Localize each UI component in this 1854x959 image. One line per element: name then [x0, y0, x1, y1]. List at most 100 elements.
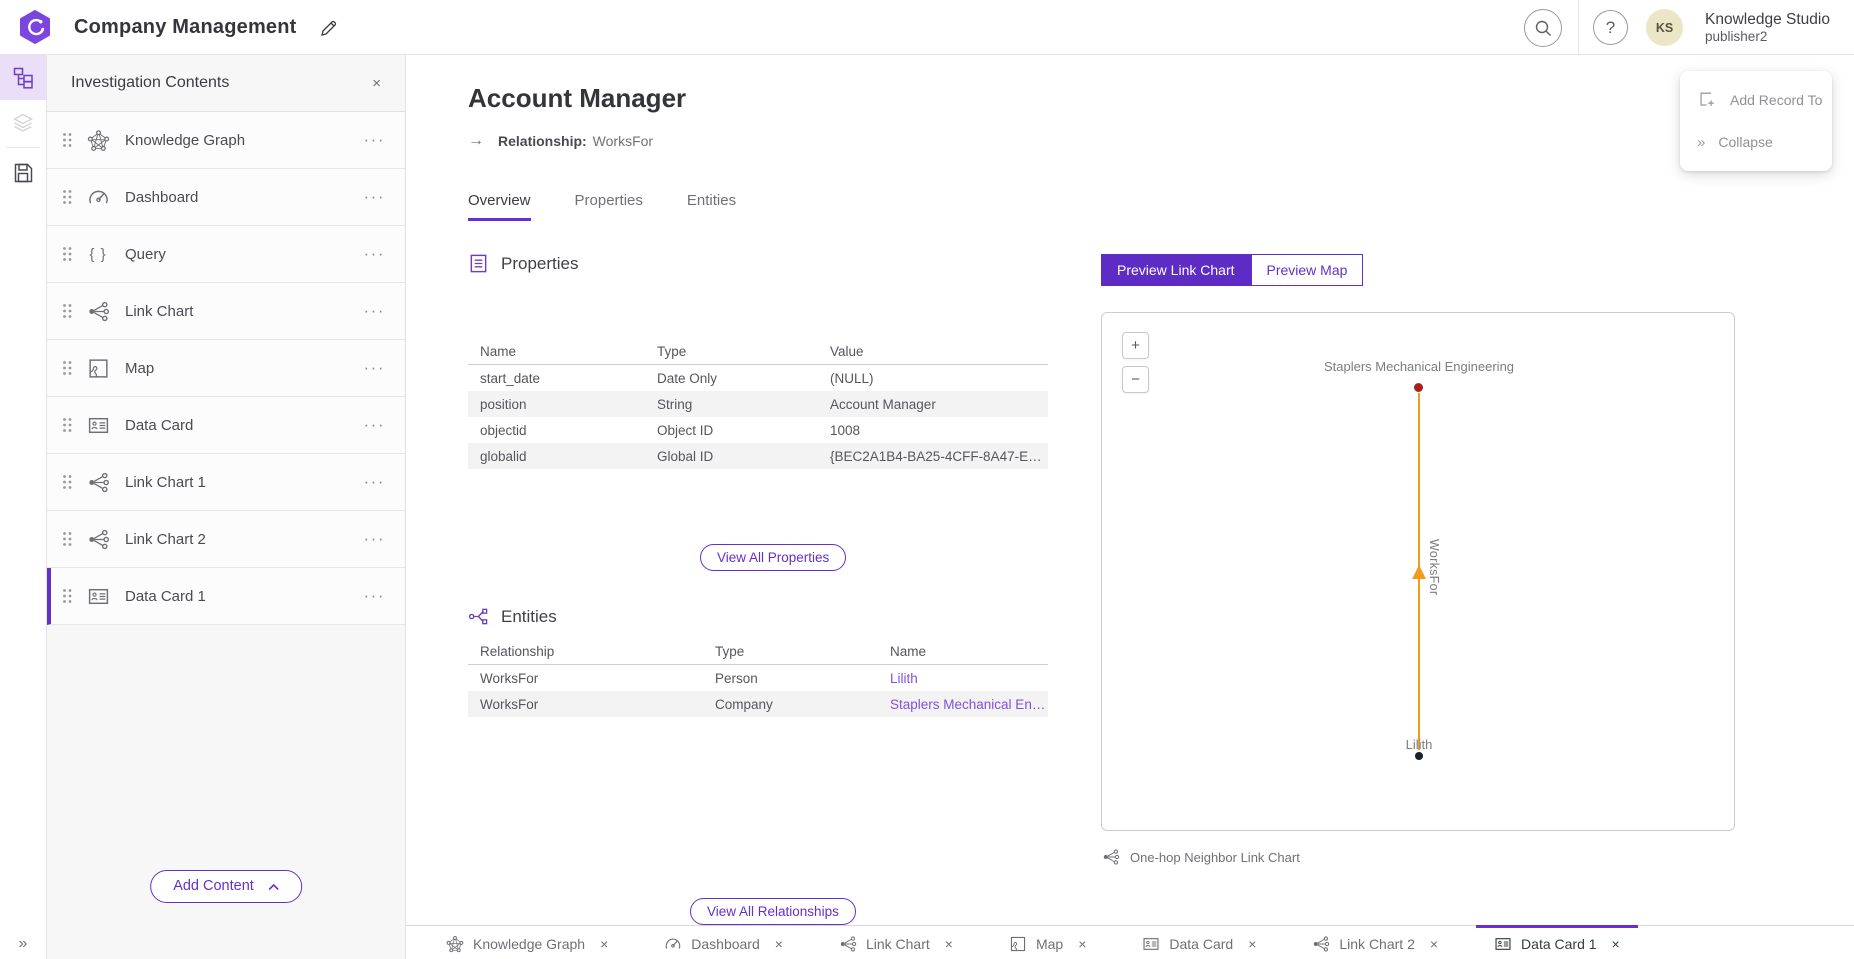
sidebar-close-button[interactable]: × — [368, 71, 385, 96]
drag-handle-icon[interactable] — [62, 474, 73, 490]
zoom-controls: + − — [1122, 332, 1149, 393]
user-name: Knowledge Studio — [1705, 11, 1830, 29]
worksfor-edge-arrow-icon — [1412, 565, 1426, 579]
close-tab-icon[interactable]: × — [600, 936, 608, 952]
properties-section-title: Properties — [501, 254, 578, 274]
close-tab-icon[interactable]: × — [1248, 936, 1256, 952]
save-icon — [12, 161, 34, 184]
add-content-button[interactable]: Add Content — [150, 870, 302, 903]
drag-handle-icon[interactable] — [62, 531, 73, 547]
bottom-tab-map[interactable]: Map × — [991, 925, 1104, 959]
rail-investigation-contents-button[interactable] — [0, 55, 46, 100]
preview-map-button[interactable]: Preview Map — [1251, 254, 1364, 286]
item-options-icon[interactable]: ··· — [358, 354, 391, 382]
cell-value: 1008 — [818, 423, 1048, 438]
person-node-dot[interactable] — [1415, 752, 1423, 760]
column-header: Value — [818, 344, 1048, 359]
search-button[interactable] — [1524, 9, 1562, 47]
help-button[interactable]: ? — [1593, 10, 1628, 45]
record-tabs: Overview Properties Entities — [468, 192, 736, 221]
drag-handle-icon[interactable] — [62, 246, 73, 262]
link-chart-icon — [87, 300, 110, 323]
entity-link[interactable]: Staplers Mechanical Eng... — [878, 697, 1048, 712]
data-card-icon — [87, 585, 110, 608]
table-row: WorksFor Company Staplers Mechanical Eng… — [468, 691, 1048, 717]
bottom-tab-data-card-1[interactable]: Data Card 1 × — [1476, 925, 1638, 959]
user-role: publisher2 — [1705, 29, 1830, 45]
entities-section-title: Entities — [501, 607, 557, 627]
zoom-out-button[interactable]: − — [1122, 366, 1149, 393]
drag-handle-icon[interactable] — [62, 588, 73, 604]
sidebar-item-dashboard[interactable]: Dashboard ··· — [47, 169, 405, 226]
rail-expand-button[interactable]: » — [0, 935, 46, 953]
rail-save-button[interactable] — [0, 150, 46, 195]
layers-icon — [12, 111, 34, 134]
company-node-label[interactable]: Staplers Mechanical Engineering — [1324, 359, 1514, 374]
sidebar-item-data-card[interactable]: Data Card ··· — [47, 397, 405, 454]
search-icon — [1533, 18, 1553, 38]
bottom-tab-knowledge-graph[interactable]: Knowledge Graph × — [428, 925, 626, 959]
add-record-icon — [1697, 90, 1717, 110]
link-chart-icon — [1102, 848, 1120, 866]
item-options-icon[interactable]: ··· — [358, 468, 391, 496]
link-chart-icon — [1312, 935, 1330, 953]
close-tab-icon[interactable]: × — [1430, 936, 1438, 952]
edit-title-button[interactable] — [319, 18, 338, 37]
item-options-icon[interactable]: ··· — [358, 240, 391, 268]
person-node-label[interactable]: Lilith — [1406, 737, 1433, 752]
tab-overview[interactable]: Overview — [468, 192, 531, 221]
item-options-icon[interactable]: ··· — [358, 411, 391, 439]
item-options-icon[interactable]: ··· — [358, 297, 391, 325]
rail-divider — [6, 147, 40, 148]
sidebar-item-data-card-1[interactable]: Data Card 1 ··· — [47, 568, 405, 625]
drag-handle-icon[interactable] — [62, 417, 73, 433]
menu-item-collapse[interactable]: » Collapse — [1680, 121, 1832, 163]
tab-properties[interactable]: Properties — [575, 192, 643, 221]
sidebar-item-link-chart-2[interactable]: Link Chart 2 ··· — [47, 511, 405, 568]
link-chart-preview[interactable]: + − Staplers Mechanical Engineering Work… — [1101, 312, 1735, 831]
item-options-icon[interactable]: ··· — [358, 525, 391, 553]
cell-name: globalid — [468, 449, 645, 464]
drag-handle-icon[interactable] — [62, 303, 73, 319]
item-options-icon[interactable]: ··· — [358, 183, 391, 211]
cell-type: Company — [703, 697, 878, 712]
sidebar-item-link-chart-1[interactable]: Link Chart 1 ··· — [47, 454, 405, 511]
cell-type: String — [645, 397, 818, 412]
entity-link[interactable]: Lilith — [878, 671, 1048, 686]
rail-layers-button[interactable] — [0, 100, 46, 145]
table-header-row: Relationship Type Name — [468, 639, 1048, 665]
drag-handle-icon[interactable] — [62, 189, 73, 205]
company-node-dot[interactable] — [1414, 383, 1423, 392]
item-options-icon[interactable]: ··· — [358, 582, 391, 610]
menu-item-add-record-to[interactable]: Add Record To — [1680, 79, 1832, 121]
bottom-tab-link-chart-2[interactable]: Link Chart 2 × — [1294, 925, 1456, 959]
user-avatar[interactable]: KS — [1646, 9, 1683, 46]
close-tab-icon[interactable]: × — [945, 936, 953, 952]
view-all-properties-button[interactable]: View All Properties — [700, 544, 846, 571]
bottom-tab-link-chart[interactable]: Link Chart × — [821, 925, 971, 959]
left-icon-rail: » — [0, 55, 47, 959]
preview-link-chart-button[interactable]: Preview Link Chart — [1101, 254, 1251, 286]
sidebar-item-map[interactable]: Map ··· — [47, 340, 405, 397]
context-menu: Add Record To » Collapse — [1680, 71, 1832, 171]
link-chart-icon — [839, 935, 857, 953]
sidebar-item-link-chart[interactable]: Link Chart ··· — [47, 283, 405, 340]
sidebar-item-knowledge-graph[interactable]: Knowledge Graph ··· — [47, 112, 405, 169]
data-card-icon — [1142, 935, 1160, 953]
sidebar-item-query[interactable]: { } Query ··· — [47, 226, 405, 283]
item-options-icon[interactable]: ··· — [358, 126, 391, 154]
data-card-icon — [87, 414, 110, 437]
dashboard-icon — [87, 186, 110, 209]
tab-entities[interactable]: Entities — [687, 192, 736, 221]
drag-handle-icon[interactable] — [62, 132, 73, 148]
entities-table: Relationship Type Name WorksFor Person L… — [468, 639, 1048, 717]
close-tab-icon[interactable]: × — [775, 936, 783, 952]
view-all-relationships-button[interactable]: View All Relationships — [690, 898, 856, 925]
zoom-in-button[interactable]: + — [1122, 332, 1149, 359]
bottom-tab-data-card[interactable]: Data Card × — [1124, 925, 1274, 959]
drag-handle-icon[interactable] — [62, 360, 73, 376]
close-tab-icon[interactable]: × — [1078, 936, 1086, 952]
chart-caption-text: One-hop Neighbor Link Chart — [1130, 850, 1300, 865]
close-tab-icon[interactable]: × — [1612, 936, 1620, 952]
bottom-tab-dashboard[interactable]: Dashboard × — [646, 925, 801, 959]
